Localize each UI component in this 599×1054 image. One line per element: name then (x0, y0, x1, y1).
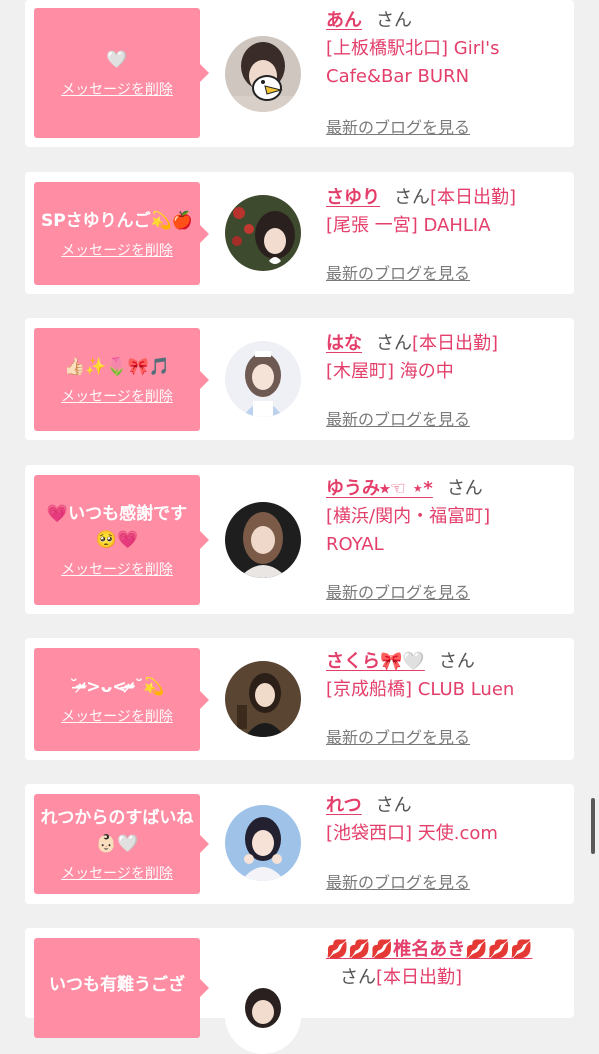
delete-message-link[interactable]: メッセージを削除 (61, 863, 173, 883)
honorific: さん (446, 478, 483, 499)
message-card: 🤍 メッセージを削除 あん さん [上板橋駅北口] Girl's Cafe&Bar… (25, 0, 574, 147)
delete-message-link[interactable]: メッセージを削除 (61, 240, 173, 260)
message-bubble: 👍🏻✨🌷🎀🎵 メッセージを削除 (34, 328, 209, 431)
user-info: 💋💋💋椎名あき💋💋💋 さん[本日出勤] (326, 936, 546, 992)
honorific: さん (340, 967, 376, 988)
latest-blog-link[interactable]: 最新のブログを見る (326, 579, 470, 603)
user-info: さくら🎀🤍 さん [京成船橋] CLUB Luen (326, 648, 566, 704)
message-card: SPさゆりんご💫🍎 メッセージを削除 さゆり さん[本日出勤] [尾張 一宮] D… (25, 172, 574, 294)
shop-name: [尾張 一宮] DAHLIA (326, 215, 491, 236)
message-card: 👍🏻✨🌷🎀🎵 メッセージを削除 はな さん[本日出勤] [木屋町] 海の中 最新の… (25, 318, 574, 440)
message-bubble: いつも有難うござ (34, 938, 209, 1038)
message-text: いつも有難うござ (49, 975, 185, 995)
honorific: さん (375, 795, 412, 816)
message-text: 🤍 (106, 50, 128, 70)
user-name-link[interactable]: 💋💋💋椎名あき💋💋💋 (326, 939, 532, 960)
delete-message-link[interactable]: メッセージを削除 (61, 386, 173, 406)
user-name-link[interactable]: さくら🎀🤍 (326, 651, 425, 672)
user-info: さゆり さん[本日出勤] [尾張 一宮] DAHLIA (326, 184, 566, 240)
avatar[interactable] (225, 661, 301, 737)
avatar[interactable] (225, 36, 301, 112)
delete-message-link[interactable]: メッセージを削除 (61, 79, 173, 99)
avatar[interactable] (225, 195, 301, 271)
delete-message-link[interactable]: メッセージを削除 (61, 559, 173, 579)
shop-name: [京成船橋] CLUB Luen (326, 679, 515, 700)
message-bubble: 💗いつも感謝です🥺💗 メッセージを削除 (34, 475, 209, 605)
user-name-link[interactable]: れつ (326, 795, 362, 816)
attendance-badge: [本日出勤] (376, 967, 463, 988)
user-info: れつ さん [池袋西口] 天使.com (326, 792, 566, 848)
honorific: さん (438, 651, 475, 672)
message-card: ˘ᵕ̴̶̷>ᴗ<ᵕ̴̶̷˘💫 メッセージを削除 さくら🎀🤍 さん [京成船橋] C… (25, 638, 574, 760)
user-info: はな さん[本日出勤] [木屋町] 海の中 (326, 330, 566, 386)
message-bubble: SPさゆりんご💫🍎 メッセージを削除 (34, 182, 209, 285)
user-name-link[interactable]: さゆり (326, 187, 380, 208)
avatar[interactable] (225, 341, 301, 417)
message-bubble: 🤍 メッセージを削除 (34, 8, 209, 138)
message-text: SPさゆりんご💫🍎 (40, 210, 194, 231)
shop-name: [池袋西口] 天使.com (326, 823, 498, 844)
latest-blog-link[interactable]: 最新のブログを見る (326, 260, 470, 284)
honorific: さん (376, 333, 412, 354)
message-text: 👍🏻✨🌷🎀🎵 (64, 356, 170, 377)
latest-blog-link[interactable]: 最新のブログを見る (326, 114, 470, 138)
shop-name: [横浜/関内・福富町] ROYAL (326, 506, 491, 555)
scrollbar[interactable] (591, 798, 595, 854)
user-name-link[interactable]: はな (326, 333, 362, 354)
attendance-badge: [本日出勤] (412, 333, 499, 354)
message-text: れつからのすばいね👶🏻🤍 (40, 808, 194, 854)
user-name-link[interactable]: ゆうみ⭒☜ ⋆* (326, 478, 433, 499)
message-text: 💗いつも感謝です🥺💗 (46, 504, 188, 550)
message-card: 💗いつも感謝です🥺💗 メッセージを削除 ゆうみ⭒☜ ⋆* さん [横浜/関内・福富… (25, 465, 574, 614)
latest-blog-link[interactable]: 最新のブログを見る (326, 724, 470, 748)
avatar[interactable] (225, 502, 301, 578)
message-bubble: れつからのすばいね👶🏻🤍 メッセージを削除 (34, 794, 209, 894)
message-card: れつからのすばいね👶🏻🤍 メッセージを削除 れつ さん [池袋西口] 天使.com… (25, 784, 574, 904)
attendance-badge: [本日出勤] (430, 187, 517, 208)
latest-blog-link[interactable]: 最新のブログを見る (326, 406, 470, 430)
delete-message-link[interactable]: メッセージを削除 (61, 706, 173, 726)
avatar[interactable] (225, 978, 301, 1054)
message-card: いつも有難うござ 💋💋💋椎名あき💋💋💋 さん[本日出勤] (25, 928, 574, 1054)
honorific: さん (376, 10, 412, 31)
message-text: ˘ᵕ̴̶̷>ᴗ<ᵕ̴̶̷˘💫 (69, 676, 165, 697)
avatar[interactable] (225, 805, 301, 881)
message-bubble: ˘ᵕ̴̶̷>ᴗ<ᵕ̴̶̷˘💫 メッセージを削除 (34, 648, 209, 751)
shop-name: [上板橋駅北口] Girl's Cafe&Bar BURN (326, 38, 500, 87)
latest-blog-link[interactable]: 最新のブログを見る (326, 869, 470, 893)
user-name-link[interactable]: あん (326, 10, 362, 31)
shop-name: [木屋町] 海の中 (326, 361, 454, 382)
honorific: さん (394, 187, 430, 208)
user-info: ゆうみ⭒☜ ⋆* さん [横浜/関内・福富町] ROYAL (326, 475, 566, 559)
user-info: あん さん [上板橋駅北口] Girl's Cafe&Bar BURN (326, 7, 566, 91)
